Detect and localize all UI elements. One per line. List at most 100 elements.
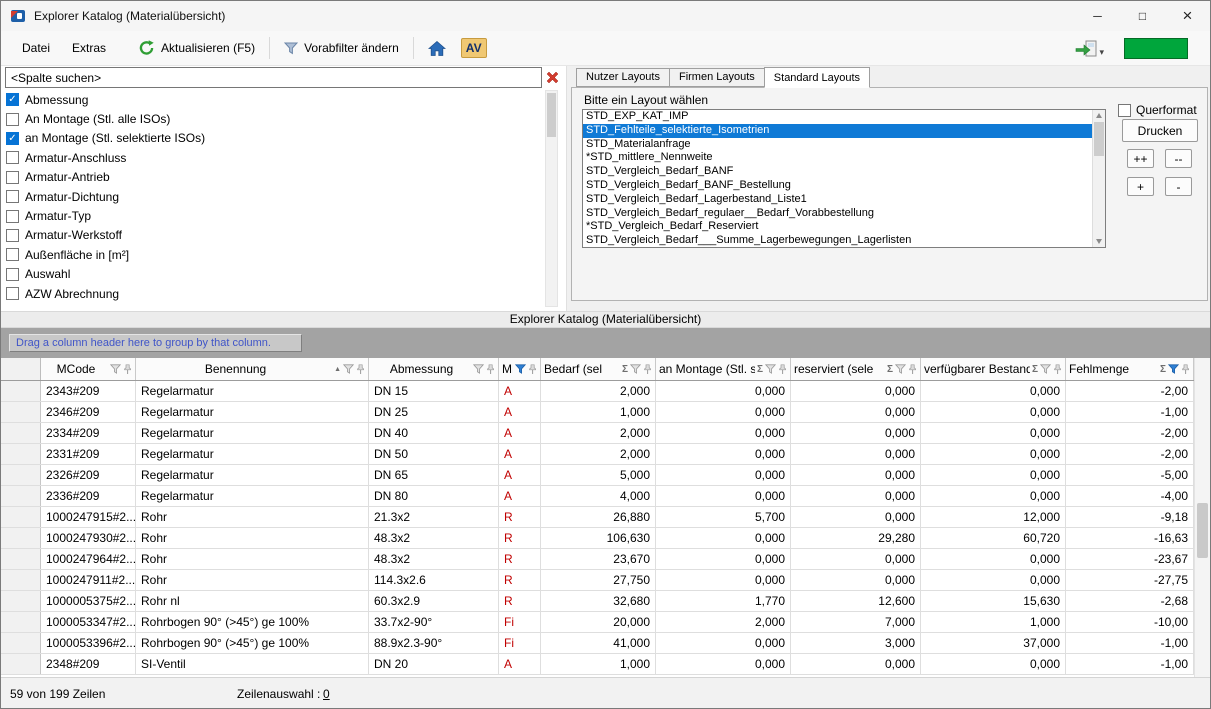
layout-list-item[interactable]: *STD_Vergleich_Bedarf_Reserviert — [583, 220, 1092, 234]
cell-mcode[interactable]: 1000053347#2... — [41, 612, 136, 632]
cell-mcode[interactable]: 2343#209 — [41, 381, 136, 401]
cell-an_montage[interactable]: 0,000 — [656, 654, 791, 674]
cell-benennung[interactable]: Regelarmatur — [136, 381, 369, 401]
table-row[interactable]: 1000247930#2...Rohr48.3x2R106,6300,00029… — [1, 528, 1210, 549]
column-header-benennung[interactable]: Benennung▲ — [136, 358, 369, 380]
cell-verfuegbarer_bestand[interactable]: 0,000 — [921, 381, 1066, 401]
filter-icon[interactable] — [110, 364, 121, 374]
cell-fehlmenge[interactable]: -1,00 — [1066, 402, 1194, 422]
cell-mk[interactable]: R — [499, 549, 541, 569]
maximize-button[interactable]: □ — [1120, 1, 1165, 31]
cell-verfuegbarer_bestand[interactable]: 37,000 — [921, 633, 1066, 653]
cell-reserviert[interactable]: 3,000 — [791, 633, 921, 653]
column-header-reserviert[interactable]: reserviert (seleΣ — [791, 358, 921, 380]
cell-bedarf[interactable]: 41,000 — [541, 633, 656, 653]
cell-mcode[interactable]: 2348#209 — [41, 654, 136, 674]
cell-reserviert[interactable]: 0,000 — [791, 549, 921, 569]
zoom-minus-button[interactable]: - — [1165, 177, 1192, 196]
cell-fehlmenge[interactable]: -5,00 — [1066, 465, 1194, 485]
cell-reserviert[interactable]: 12,600 — [791, 591, 921, 611]
cell-benennung[interactable]: Rohr — [136, 570, 369, 590]
grid-vertical-scrollbar[interactable] — [1194, 358, 1210, 677]
checkbox[interactable] — [6, 248, 19, 261]
table-row[interactable]: 1000053347#2...Rohrbogen 90° (>45°) ge 1… — [1, 612, 1210, 633]
cell-reserviert[interactable]: 0,000 — [791, 381, 921, 401]
cell-benennung[interactable]: SI-Ventil — [136, 654, 369, 674]
row-indicator[interactable] — [1, 612, 41, 632]
cell-an_montage[interactable]: 0,000 — [656, 444, 791, 464]
checkbox[interactable] — [6, 190, 19, 203]
column-checkbox-item[interactable]: An Montage (Stl. alle ISOs) — [1, 109, 544, 128]
cell-abmessung[interactable]: 48.3x2 — [369, 528, 499, 548]
layout-list-item[interactable]: STD_Vergleich_Bedarf_BANF_Bestellung — [583, 179, 1092, 193]
cell-bedarf[interactable]: 23,670 — [541, 549, 656, 569]
cell-mcode[interactable]: 1000247911#2... — [41, 570, 136, 590]
cell-reserviert[interactable]: 0,000 — [791, 444, 921, 464]
menu-extras[interactable]: Extras — [61, 37, 117, 59]
cell-mk[interactable]: A — [499, 465, 541, 485]
column-checkbox-item[interactable]: Armatur-Werkstoff — [1, 226, 544, 245]
cell-bedarf[interactable]: 4,000 — [541, 486, 656, 506]
column-header-mk[interactable]: MK — [499, 358, 541, 380]
sum-icon[interactable]: Σ — [1032, 364, 1038, 375]
row-indicator[interactable] — [1, 528, 41, 548]
cell-verfuegbarer_bestand[interactable]: 0,000 — [921, 654, 1066, 674]
cell-fehlmenge[interactable]: -9,18 — [1066, 507, 1194, 527]
cell-mk[interactable]: A — [499, 486, 541, 506]
cell-fehlmenge[interactable]: -2,00 — [1066, 381, 1194, 401]
zoom-plus-plus-button[interactable]: ++ — [1127, 149, 1154, 168]
sum-icon[interactable]: Σ — [887, 364, 893, 375]
tab-nutzer-layouts[interactable]: Nutzer Layouts — [576, 68, 670, 87]
row-indicator[interactable] — [1, 402, 41, 422]
cell-benennung[interactable]: Regelarmatur — [136, 486, 369, 506]
cell-fehlmenge[interactable]: -2,68 — [1066, 591, 1194, 611]
export-button[interactable]: ▾ — [1075, 40, 1104, 57]
cell-reserviert[interactable]: 29,280 — [791, 528, 921, 548]
filter-icon[interactable] — [895, 364, 906, 374]
cell-fehlmenge[interactable]: -2,00 — [1066, 444, 1194, 464]
row-indicator[interactable] — [1, 486, 41, 506]
filter-active-icon[interactable] — [515, 364, 526, 374]
checkbox[interactable] — [6, 210, 19, 223]
cell-an_montage[interactable]: 0,000 — [656, 549, 791, 569]
row-indicator[interactable] — [1, 507, 41, 527]
pin-icon[interactable] — [643, 364, 652, 375]
cell-verfuegbarer_bestand[interactable]: 15,630 — [921, 591, 1066, 611]
column-checkbox-item[interactable]: ✓an Montage (Stl. selektierte ISOs) — [1, 129, 544, 148]
drucken-button[interactable]: Drucken — [1122, 119, 1198, 142]
cell-bedarf[interactable]: 5,000 — [541, 465, 656, 485]
cell-bedarf[interactable]: 106,630 — [541, 528, 656, 548]
cell-abmessung[interactable]: DN 25 — [369, 402, 499, 422]
row-selection-value[interactable]: 0 — [323, 687, 330, 701]
cell-mcode[interactable]: 2336#209 — [41, 486, 136, 506]
cell-bedarf[interactable]: 32,680 — [541, 591, 656, 611]
cell-fehlmenge[interactable]: -2,00 — [1066, 423, 1194, 443]
cell-reserviert[interactable]: 0,000 — [791, 465, 921, 485]
zoom-minus-minus-button[interactable]: -- — [1165, 149, 1192, 168]
cell-reserviert[interactable]: 7,000 — [791, 612, 921, 632]
cell-mcode[interactable]: 2326#209 — [41, 465, 136, 485]
scroll-up-icon[interactable] — [1096, 113, 1102, 118]
cell-mk[interactable]: Fi — [499, 633, 541, 653]
cell-mcode[interactable]: 1000247930#2... — [41, 528, 136, 548]
cell-benennung[interactable]: Regelarmatur — [136, 465, 369, 485]
cell-verfuegbarer_bestand[interactable]: 0,000 — [921, 402, 1066, 422]
cell-verfuegbarer_bestand[interactable]: 0,000 — [921, 570, 1066, 590]
av-badge[interactable]: AV — [461, 38, 487, 58]
cell-mcode[interactable]: 2334#209 — [41, 423, 136, 443]
cell-mk[interactable]: A — [499, 381, 541, 401]
cell-fehlmenge[interactable]: -27,75 — [1066, 570, 1194, 590]
cell-abmessung[interactable]: 21.3x2 — [369, 507, 499, 527]
cell-mk[interactable]: R — [499, 591, 541, 611]
cell-fehlmenge[interactable]: -1,00 — [1066, 654, 1194, 674]
table-row[interactable]: 1000247964#2...Rohr48.3x2R23,6700,0000,0… — [1, 549, 1210, 570]
row-indicator[interactable] — [1, 570, 41, 590]
column-search-input[interactable] — [5, 67, 542, 88]
cell-an_montage[interactable]: 0,000 — [656, 486, 791, 506]
cell-verfuegbarer_bestand[interactable]: 0,000 — [921, 549, 1066, 569]
cell-benennung[interactable]: Rohr — [136, 528, 369, 548]
layout-list-item[interactable]: STD_Vergleich_Bedarf_Lagerbestand_Liste1 — [583, 193, 1092, 207]
cell-reserviert[interactable]: 0,000 — [791, 507, 921, 527]
table-row[interactable]: 2346#209RegelarmaturDN 25A1,0000,0000,00… — [1, 402, 1210, 423]
cell-mcode[interactable]: 1000005375#2... — [41, 591, 136, 611]
